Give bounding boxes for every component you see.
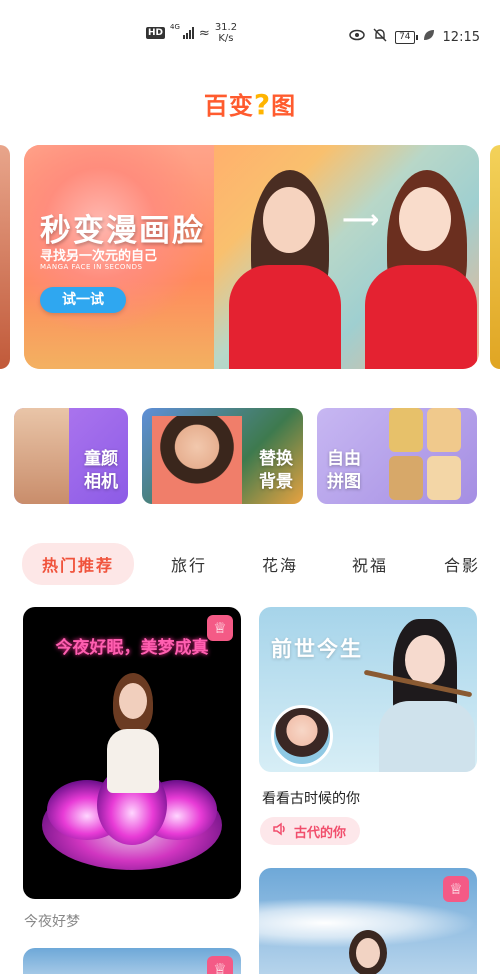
woman-figure	[105, 673, 161, 793]
avatar	[271, 705, 333, 767]
carousel-prev-peek[interactable]	[0, 145, 10, 369]
tile-photo	[427, 456, 461, 500]
tab-hot[interactable]: 热门推荐	[22, 543, 135, 585]
logo-text-left: 百变	[203, 92, 254, 120]
hd-indicator: HD	[146, 27, 166, 39]
speed-unit: K/s	[218, 33, 234, 44]
tile-label: 自由 拼图	[327, 449, 361, 492]
youth-camera-tile[interactable]: 童颜 相机	[14, 408, 128, 504]
mute-bell-icon	[373, 28, 387, 46]
banner-subtitle: 寻找另一次元的自己	[40, 249, 158, 264]
signal-icon	[182, 27, 194, 39]
template-card-past-life[interactable]: 前世今生	[259, 607, 477, 772]
real-photo-woman	[209, 145, 349, 369]
card-title: 前世今生	[271, 637, 363, 661]
tile-photo	[14, 408, 69, 504]
network-type: 4G	[170, 23, 180, 31]
app-logo: 百变?图	[0, 86, 500, 121]
wifi-icon: ≈	[198, 25, 210, 41]
free-collage-tile[interactable]: 自由 拼图	[317, 408, 477, 504]
tab-travel[interactable]: 旅行	[171, 552, 207, 576]
tile-label: 替换 背景	[259, 449, 293, 492]
carousel-next-peek[interactable]	[490, 145, 500, 369]
logo-question-mark: ?	[253, 88, 272, 121]
card-title: 今夜好眠，美梦成真	[55, 638, 209, 658]
crown-icon: ♕	[207, 956, 233, 974]
clock-time: 12:15	[442, 29, 480, 45]
template-card-bottom[interactable]: ♕	[23, 948, 241, 974]
tile-photo	[152, 416, 242, 504]
tile-photo	[389, 408, 423, 452]
status-bar: HD 4G ≈ 31.2 K/s 74 12:15	[0, 0, 500, 62]
logo-text-right: 图	[271, 92, 297, 120]
leaf-icon	[423, 29, 435, 45]
battery-indicator: 74	[395, 30, 419, 44]
woman-figure	[379, 619, 475, 772]
tab-group-photo[interactable]: 合影	[444, 552, 480, 576]
eye-icon	[349, 29, 365, 45]
template-card-good-night[interactable]: ♕ 今夜好眠，美梦成真	[23, 607, 241, 899]
manga-face-banner[interactable]: ⟶ 秒变漫画脸 寻找另一次元的自己 MANGA FACE IN SECONDS …	[24, 145, 479, 369]
template-card-sky[interactable]: ♕	[259, 868, 477, 974]
speed-value: 31.2	[214, 22, 238, 33]
replace-background-tile[interactable]: 替换 背景	[142, 408, 303, 504]
woman-figure	[345, 930, 391, 974]
banner-title: 秒变漫画脸	[40, 213, 205, 249]
banner-subtitle-en: MANGA FACE IN SECONDS	[40, 263, 143, 271]
network-speed: 31.2 K/s	[215, 22, 237, 44]
tile-photo	[427, 408, 461, 452]
tab-flowers[interactable]: 花海	[262, 552, 298, 576]
tag-ancient-you[interactable]: 古代的你	[260, 817, 361, 845]
status-left: HD 4G ≈ 31.2 K/s	[146, 22, 237, 44]
category-tabs: 热门推荐 旅行 花海 祝福 合影	[22, 543, 500, 585]
card-caption: 今夜好梦	[24, 914, 80, 930]
try-button[interactable]: 试一试	[40, 287, 126, 313]
tag-label: 古代的你	[294, 825, 347, 841]
tile-label: 童颜 相机	[84, 449, 118, 492]
anime-version-woman	[349, 145, 479, 369]
card-caption: 看看古时候的你	[262, 791, 360, 807]
tab-blessing[interactable]: 祝福	[352, 552, 388, 576]
status-right: 74 12:15	[349, 28, 480, 46]
speaker-icon	[272, 822, 288, 840]
arrow-right-icon: ⟶	[342, 205, 380, 235]
tile-photo	[389, 456, 423, 500]
